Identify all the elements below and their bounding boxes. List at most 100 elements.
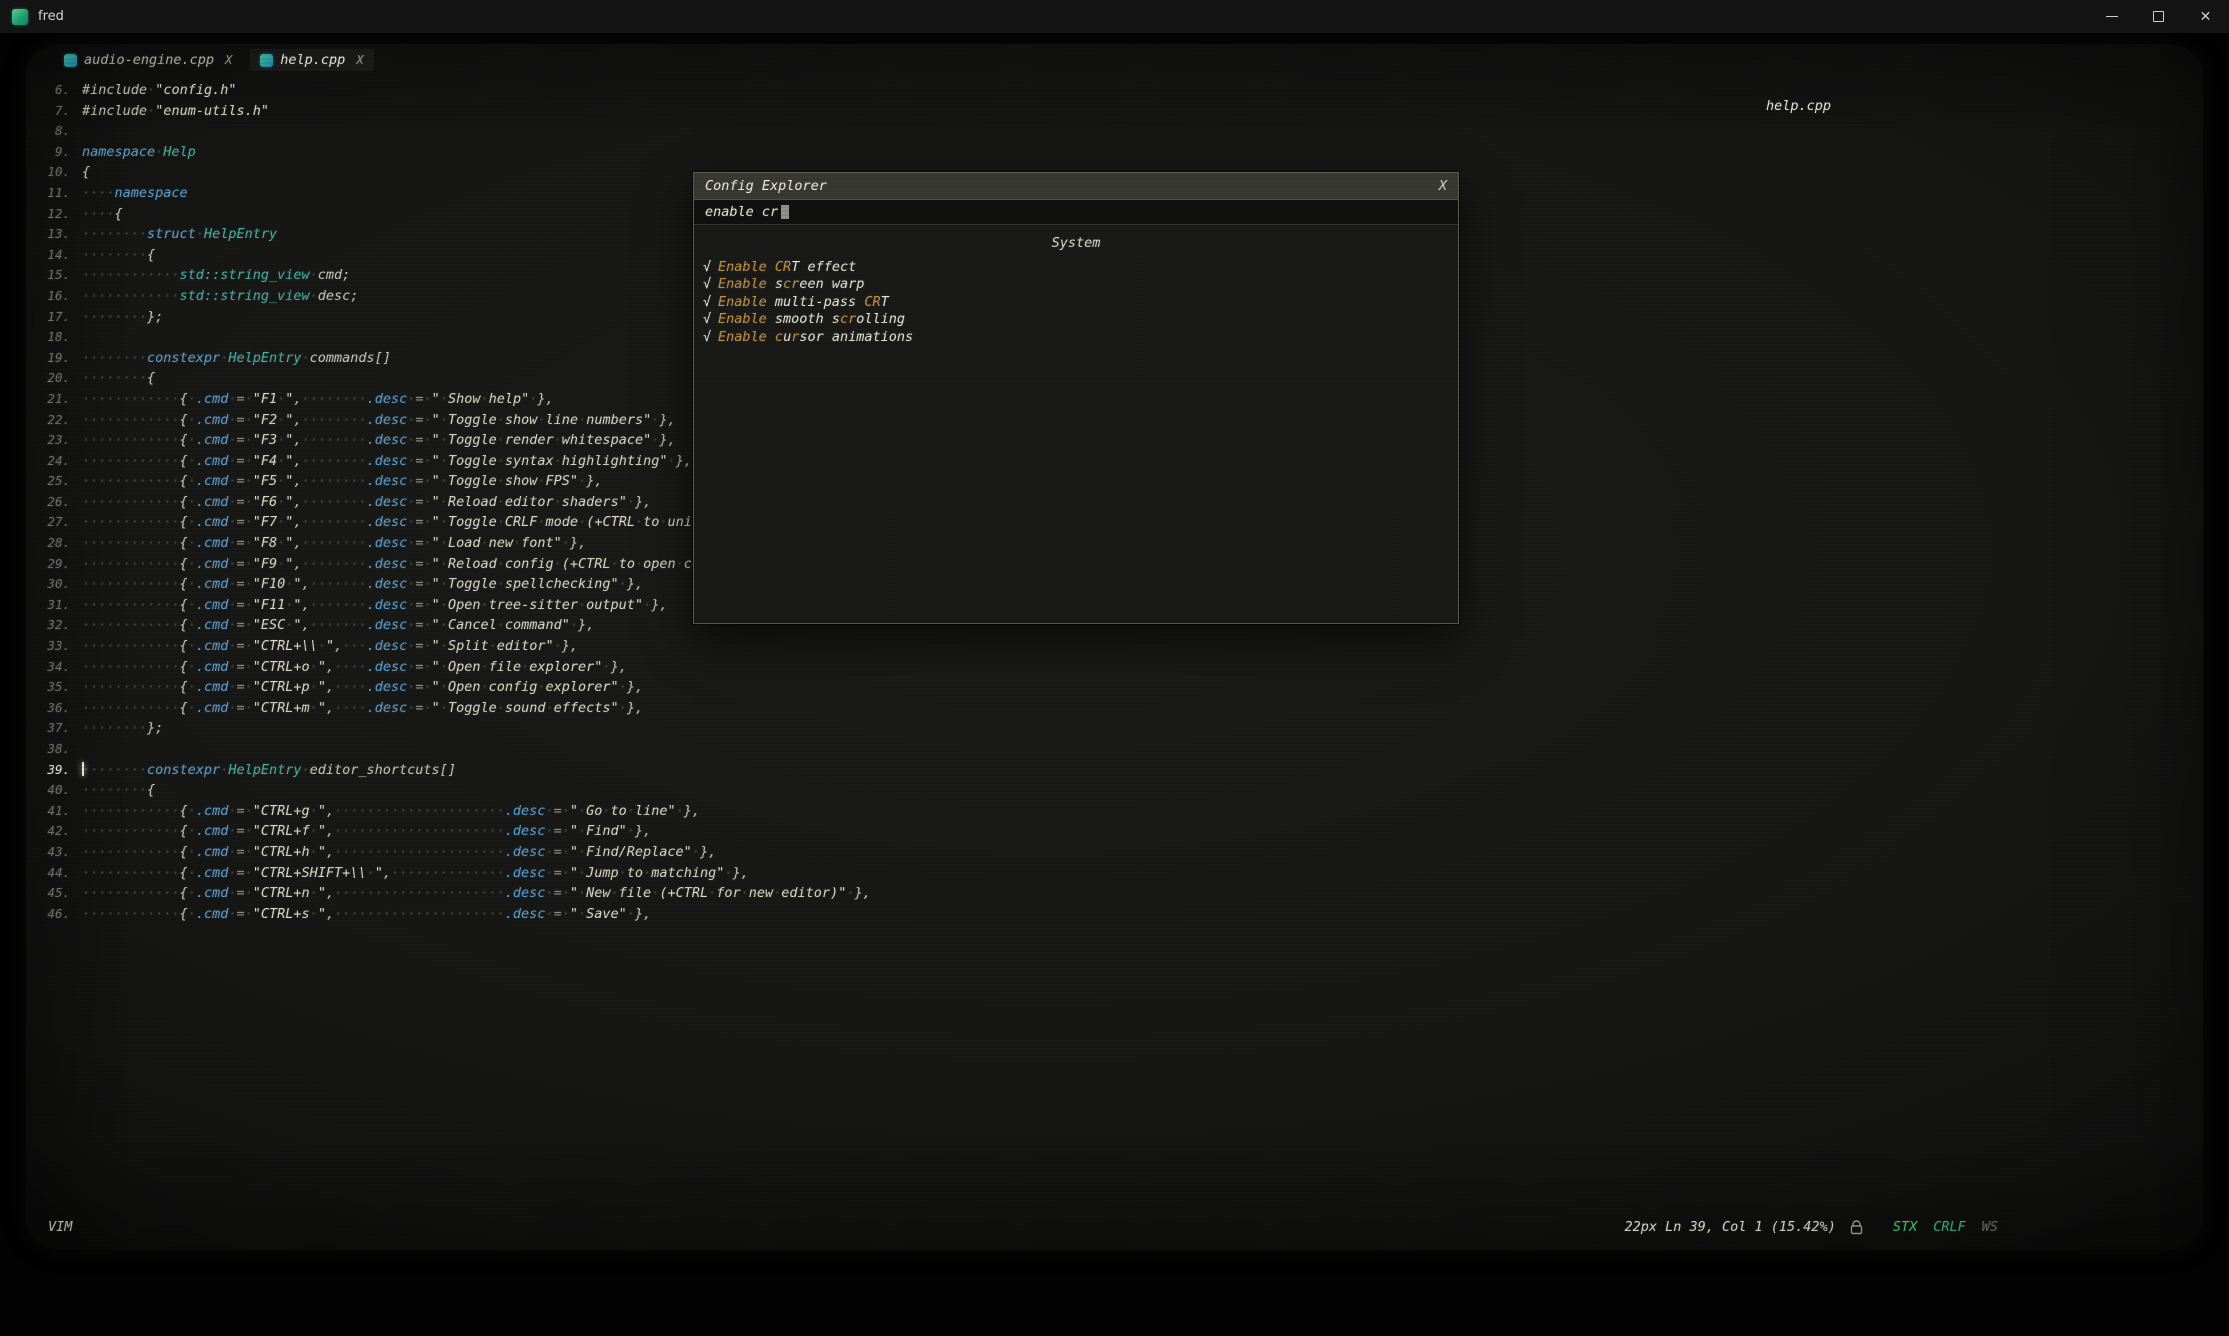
editor-screen: audio-engine.cpp X help.cpp X help.cpp 6…: [26, 44, 2203, 1250]
code-line[interactable]: 9. namespace·Help: [32, 142, 2203, 163]
config-option-label: Enable screen warp: [718, 276, 864, 292]
code-text: ········struct·HelpEntry: [82, 224, 277, 245]
line-number: 30.: [32, 574, 70, 595]
dialog-close-icon[interactable]: X: [1439, 178, 1447, 194]
code-line[interactable]: 36.············{·.cmd·=·"CTRL+m·",····.d…: [32, 698, 2203, 719]
code-text: {: [82, 162, 90, 183]
line-number: 39.: [32, 760, 70, 781]
line-number: 41.: [32, 801, 70, 822]
line-number: 26.: [32, 492, 70, 513]
window-controls: ✕: [2088, 0, 2229, 34]
dialog-title: Config Explorer: [705, 178, 827, 194]
code-text: ············{·.cmd·=·"F2·",········.desc…: [82, 410, 676, 431]
config-option[interactable]: √Enable smooth scrolling: [694, 311, 1458, 329]
line-number: 8.: [32, 121, 70, 142]
config-option[interactable]: √Enable multi-pass CRT: [694, 293, 1458, 311]
code-text: ········{: [82, 780, 155, 801]
checkbox-checked-icon[interactable]: √: [703, 311, 718, 327]
code-text: ············{·.cmd·=·"F5·",········.desc…: [82, 471, 602, 492]
config-search-input[interactable]: enable cr: [694, 200, 1458, 225]
app-title: fred: [38, 9, 64, 24]
status-flag-crlf: CRLF: [1933, 1219, 1966, 1235]
line-number: 19.: [32, 348, 70, 369]
code-line[interactable]: 39. ········constexpr·HelpEntry·editor_sh…: [32, 760, 2203, 781]
line-number: 32.: [32, 615, 70, 636]
config-option[interactable]: √Enable cursor animations: [694, 328, 1458, 346]
config-option[interactable]: √Enable CRT effect: [694, 258, 1458, 276]
code-text: namespace·Help: [82, 142, 196, 163]
line-number: 29.: [32, 554, 70, 575]
cpp-file-icon: [64, 54, 77, 67]
line-number: 12.: [32, 204, 70, 225]
code-text: ············{·.cmd·=·"CTRL+p·",····.desc…: [82, 677, 643, 698]
tab-help-cpp[interactable]: help.cpp X: [250, 49, 373, 71]
code-line[interactable]: 7. #include·"enum-utils.h": [32, 101, 2203, 122]
checkbox-checked-icon[interactable]: √: [703, 276, 718, 292]
code-line[interactable]: 35. ············{·.cmd·=·"CTRL+p·",····.d…: [32, 677, 2203, 698]
status-flag-ws: WS: [1982, 1219, 1998, 1235]
code-line[interactable]: 37.········};: [32, 718, 2203, 739]
close-icon: ✕: [2200, 10, 2212, 24]
checkbox-checked-icon[interactable]: √: [703, 259, 718, 275]
minimize-button[interactable]: [2088, 0, 2135, 34]
line-number: 10.: [32, 162, 70, 183]
vim-mode-indicator: VIM: [48, 1219, 72, 1235]
tab-audio-engine-cpp[interactable]: audio-engine.cpp X: [54, 49, 242, 71]
line-number: 22.: [32, 410, 70, 431]
line-number: 38.: [32, 739, 70, 760]
code-text: ········{: [82, 368, 155, 389]
input-caret: [781, 205, 789, 219]
config-option[interactable]: √Enable screen warp: [694, 276, 1458, 294]
code-text: ············{·.cmd·=·"F4·",········.desc…: [82, 451, 692, 472]
tab-bar: audio-engine.cpp X help.cpp X: [54, 49, 374, 71]
line-number: 40.: [32, 780, 70, 801]
line-number: 9.: [32, 142, 70, 163]
code-text: ············{·.cmd·=·"F9·",········.desc…: [82, 554, 773, 575]
code-line[interactable]: 42.············{·.cmd·=·"CTRL+f·",······…: [32, 821, 2203, 842]
code-line[interactable]: 8.: [32, 121, 2203, 142]
checkbox-checked-icon[interactable]: √: [703, 329, 718, 345]
line-number: 20.: [32, 368, 70, 389]
code-line[interactable]: 46.············{·.cmd·=·"CTRL+s·",······…: [32, 904, 2203, 925]
code-text: ············{·.cmd·=·"ESC·",·······.desc…: [82, 615, 594, 636]
code-line[interactable]: 33.············{·.cmd·=·"CTRL+\\·",···.d…: [32, 636, 2203, 657]
code-text: ············{·.cmd·=·"F6·",········.desc…: [82, 492, 651, 513]
line-number: 7.: [32, 101, 70, 122]
tab-close-icon[interactable]: X: [356, 53, 363, 67]
code-line[interactable]: 38.: [32, 739, 2203, 760]
code-line[interactable]: 45.············{·.cmd·=·"CTRL+n·",······…: [32, 883, 2203, 904]
close-button[interactable]: ✕: [2182, 0, 2229, 34]
line-number: 24.: [32, 451, 70, 472]
code-text: ············{·.cmd·=·"CTRL+SHIFT+\\·",··…: [82, 863, 749, 884]
dialog-titlebar: Config Explorer X: [694, 173, 1458, 200]
code-text: ············{·.cmd·=·"CTRL+f·",·········…: [82, 821, 651, 842]
tab-close-icon[interactable]: X: [225, 53, 232, 67]
text-cursor: [82, 762, 84, 776]
line-number: 31.: [32, 595, 70, 616]
checkbox-checked-icon[interactable]: √: [703, 294, 718, 310]
code-text: #include·"enum-utils.h": [82, 101, 269, 122]
code-text: ····namespace: [82, 183, 188, 204]
config-section-header: System: [694, 225, 1458, 256]
code-line[interactable]: 44.············{·.cmd·=·"CTRL+SHIFT+\\·"…: [32, 863, 2203, 884]
line-number: 14.: [32, 245, 70, 266]
code-text: ········constexpr·HelpEntry·editor_short…: [82, 760, 456, 781]
lock-icon: [1850, 1220, 1863, 1235]
line-number: 45.: [32, 883, 70, 904]
line-number: 18.: [32, 327, 70, 348]
line-number: 6.: [32, 80, 70, 101]
line-number: 13.: [32, 224, 70, 245]
code-text: ············{·.cmd·=·"F1·",········.desc…: [82, 389, 554, 410]
code-text: ············{·.cmd·=·"F7·",········.desc…: [82, 512, 749, 533]
config-option-label: Enable cursor animations: [718, 329, 913, 345]
line-number: 21.: [32, 389, 70, 410]
code-line[interactable]: 34.············{·.cmd·=·"CTRL+o·",····.d…: [32, 657, 2203, 678]
code-line[interactable]: 6.#include·"config.h": [32, 80, 2203, 101]
line-number: 35.: [32, 677, 70, 698]
code-text: ············std::string_view·cmd;: [82, 265, 350, 286]
code-line[interactable]: 43.············{·.cmd·=·"CTRL+h·",······…: [32, 842, 2203, 863]
maximize-button[interactable]: [2135, 0, 2182, 34]
minimize-icon: [2106, 16, 2118, 17]
code-line[interactable]: 41.············{·.cmd·=·"CTRL+g·",······…: [32, 801, 2203, 822]
code-line[interactable]: 40. ········{: [32, 780, 2203, 801]
